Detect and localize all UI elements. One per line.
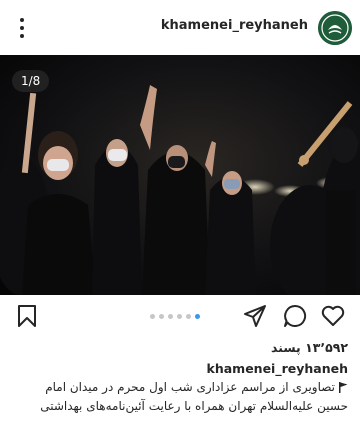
post-image[interactable]: 1/8 [0, 55, 360, 295]
bookmark-icon[interactable] [14, 303, 40, 329]
send-icon[interactable] [242, 303, 268, 329]
slide-counter: 1/8 [12, 70, 50, 92]
carousel-dot [186, 314, 191, 319]
carousel-dot [168, 314, 173, 319]
carousel-dot [150, 314, 155, 319]
caption-text: تصاویری از مراسم عزاداری شب اول محرم در … [40, 380, 348, 413]
post-caption: تصاویری از مراسم عزاداری شب اول محرم در … [18, 378, 348, 416]
carousel-dot [159, 314, 164, 319]
comment-icon[interactable] [282, 303, 308, 329]
carousel-dot-active [195, 314, 200, 319]
heart-icon[interactable] [320, 303, 346, 329]
like-count[interactable]: ۱۳٬۵۹۲ پسند [271, 340, 348, 355]
post-header: khamenei_reyhaneh [0, 0, 360, 55]
more-vertical-icon[interactable] [10, 14, 34, 42]
flag-icon [339, 382, 348, 393]
post-username[interactable]: khamenei_reyhaneh [161, 18, 308, 33]
profile-logo-icon[interactable] [318, 11, 352, 45]
action-bar [0, 298, 360, 338]
caption-username[interactable]: khamenei_reyhaneh [207, 361, 348, 376]
carousel-dot [177, 314, 182, 319]
carousel-indicator [150, 314, 200, 319]
